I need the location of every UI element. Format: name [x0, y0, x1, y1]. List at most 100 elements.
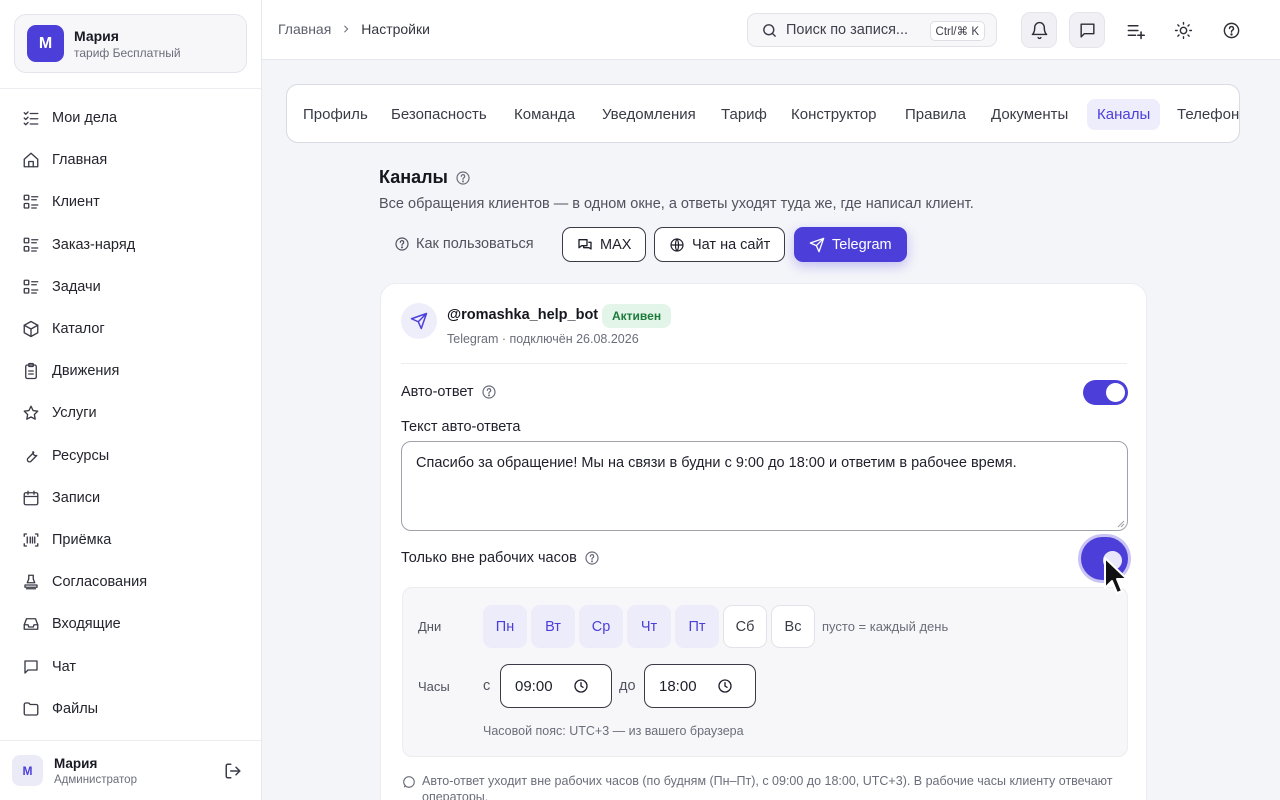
sidebar-item[interactable]: Приёмка — [0, 519, 261, 561]
globe-icon — [669, 237, 692, 253]
day-chip[interactable]: Вт — [531, 605, 575, 648]
chat-icon — [22, 658, 40, 676]
inbox-icon — [22, 615, 40, 633]
schedule-panel: Дни Пн Вт Ср Чт Пт Сб Вс пусто = каждый день Ч… — [402, 587, 1128, 757]
how-to-link[interactable]: Как пользоваться — [394, 236, 534, 252]
sidebar-item[interactable]: Ресурсы — [0, 435, 261, 477]
breadcrumb: Главная Настройки — [278, 21, 430, 37]
help-icon[interactable] — [455, 170, 471, 186]
sidebar-item[interactable]: Каталог — [0, 308, 261, 350]
status-badge: Активен — [602, 304, 672, 328]
sidebar-item-label: Мои дела — [52, 110, 118, 127]
sidebar-item-label: Ресурсы — [52, 447, 110, 464]
quick-add-button[interactable] — [1117, 12, 1153, 48]
send-icon — [809, 237, 832, 253]
sidebar-item[interactable]: Записи — [0, 477, 261, 519]
settings-tab[interactable]: Документы — [981, 99, 1078, 130]
channel-telegram-button[interactable]: Telegram — [794, 227, 907, 262]
off-hours-label: Только вне рабочих часов — [401, 550, 600, 566]
settings-tab[interactable]: Уведомления — [592, 99, 706, 130]
channel-label: Чат на сайт — [692, 236, 771, 253]
notifications-button[interactable] — [1021, 12, 1057, 48]
home-icon — [22, 151, 40, 169]
sidebar-item[interactable]: Мои дела — [0, 97, 261, 139]
channel-max-button[interactable]: MAX — [562, 227, 647, 262]
theme-toggle[interactable] — [1165, 12, 1201, 48]
sidebar-item-label: Задачи — [52, 278, 101, 295]
settings-tab[interactable]: Безопасность — [381, 99, 497, 130]
sidebar-item[interactable]: Заказ-наряд — [0, 224, 261, 266]
time-to-input[interactable]: 18:00 — [644, 664, 756, 708]
help-icon[interactable] — [584, 550, 600, 566]
org-avatar: М — [27, 25, 64, 62]
sidebar-item[interactable]: Движения — [0, 350, 261, 392]
question-icon — [1222, 21, 1241, 40]
checklist-icon — [22, 109, 40, 127]
sidebar-item[interactable]: Главная — [0, 139, 261, 181]
star-icon — [22, 404, 40, 422]
help-button[interactable] — [1213, 12, 1249, 48]
to-label: до — [619, 678, 636, 694]
day-chip[interactable]: Вс — [771, 605, 815, 648]
day-chip[interactable]: Сб — [723, 605, 767, 648]
messages-button[interactable] — [1069, 12, 1105, 48]
sidebar-item-label: Согласования — [52, 574, 148, 591]
time-from-input[interactable]: 09:00 — [500, 664, 612, 708]
toggle-knob — [1106, 383, 1125, 402]
auto-reply-toggle[interactable] — [1083, 380, 1128, 405]
sidebar-item-label: Файлы — [52, 700, 99, 717]
clipboard-icon — [22, 362, 40, 380]
question-icon — [394, 236, 416, 252]
settings-tab[interactable]: Правила — [895, 99, 976, 130]
page-title: Каналы — [379, 167, 471, 188]
divider — [0, 88, 261, 89]
day-chip[interactable]: Пн — [483, 605, 527, 648]
auto-reply-text: Спасибо за обращение! Мы на связи в будн… — [416, 455, 1017, 471]
days-label: Дни — [418, 619, 442, 634]
day-chip[interactable]: Чт — [627, 605, 671, 648]
from-label: с — [483, 678, 491, 694]
logout-icon[interactable] — [224, 762, 242, 780]
search-input[interactable]: Поиск по запися... Ctrl/⌘ K — [747, 13, 997, 47]
channel-site-chat-button[interactable]: Чат на сайт — [654, 227, 786, 262]
settings-tab[interactable]: Каналы — [1087, 99, 1161, 130]
time-to-value: 18:00 — [659, 677, 697, 695]
settings-tab[interactable]: Конструктор — [781, 99, 887, 130]
off-hours-label-text: Только вне рабочих часов — [401, 550, 577, 566]
list-plus-icon — [1126, 21, 1145, 40]
settings-tab[interactable]: Профиль — [293, 99, 378, 130]
sidebar-item-label: Движения — [52, 363, 120, 380]
days-hint: пусто = каждый день — [822, 619, 949, 634]
page-title-text: Каналы — [379, 167, 448, 187]
divider — [401, 363, 1127, 364]
hours-label: Часы — [418, 679, 450, 694]
auto-reply-note-text: Авто-ответ уходит вне рабочих часов (по … — [422, 774, 1113, 800]
user-profile[interactable]: М Мария Администратор — [0, 740, 261, 800]
settings-tab[interactable]: Тариф — [711, 99, 777, 130]
sidebar-item-label: Клиент — [52, 194, 100, 211]
day-chip[interactable]: Пт — [675, 605, 719, 648]
user-role: Администратор — [54, 773, 137, 786]
settings-tab[interactable]: Команда — [504, 99, 585, 130]
auto-reply-textarea[interactable]: Спасибо за обращение! Мы на связи в будн… — [401, 441, 1128, 531]
stamp-icon — [22, 573, 40, 591]
sidebar-item[interactable]: Входящие — [0, 603, 261, 645]
sidebar-item[interactable]: Согласования — [0, 561, 261, 603]
auto-reply-text-label: Текст авто-ответа — [401, 419, 521, 435]
sidebar-item[interactable]: Клиент — [0, 181, 261, 223]
list-icon — [22, 278, 40, 296]
sidebar-item[interactable]: Файлы — [0, 688, 261, 730]
help-icon[interactable] — [481, 384, 497, 400]
sidebar-item[interactable]: Услуги — [0, 392, 261, 434]
sidebar-item[interactable]: Задачи — [0, 266, 261, 308]
bot-meta: Telegram · подключён 26.08.2026 — [447, 332, 639, 346]
breadcrumb-home[interactable]: Главная — [278, 21, 331, 37]
settings-tab[interactable]: Телефония — [1167, 99, 1239, 130]
timezone-note: Часовой пояс: UTC+3 — из вашего браузера — [483, 724, 744, 738]
sidebar-item-label: Услуги — [52, 405, 97, 422]
sidebar-item[interactable]: Чат — [0, 645, 261, 687]
day-chip[interactable]: Ср — [579, 605, 623, 648]
resize-handle-icon[interactable] — [1117, 520, 1125, 528]
bell-icon — [1030, 21, 1049, 40]
org-switcher[interactable]: М Мария тариф Бесплатный — [14, 14, 247, 73]
